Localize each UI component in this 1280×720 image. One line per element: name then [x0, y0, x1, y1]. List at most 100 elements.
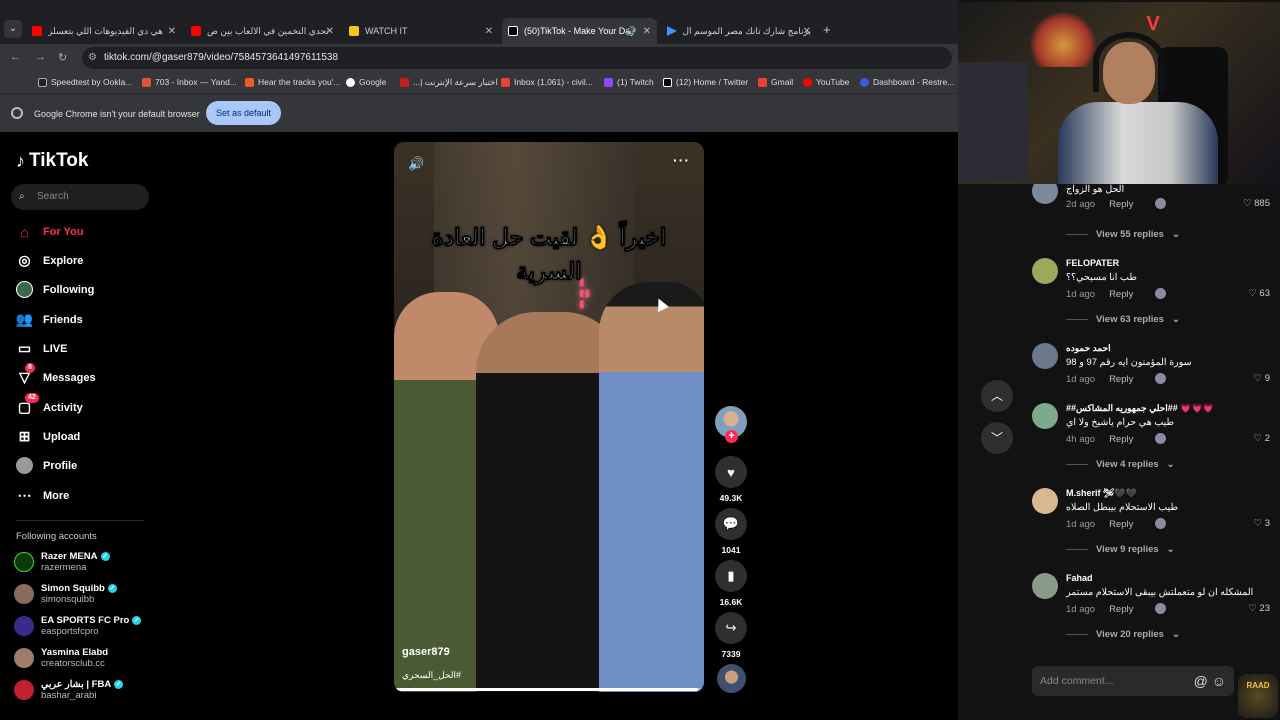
bookmark-6[interactable]: (1) Twitch — [604, 77, 654, 87]
save-action[interactable]: ▮ 16.6K — [714, 560, 748, 607]
bookmark-0[interactable]: Speedtest by Ookla... — [38, 77, 132, 87]
comment-date: 1d ago — [1066, 519, 1096, 530]
previous-video-button[interactable]: ︿ — [981, 380, 1013, 412]
avatar[interactable] — [1032, 258, 1058, 284]
bookmark-9[interactable]: YouTube — [803, 77, 849, 87]
bookmark-icon[interactable]: ▮ — [715, 560, 747, 592]
nav-friends[interactable]: 👥 Friends — [16, 311, 83, 328]
forward-icon[interactable]: → — [35, 51, 46, 63]
video-author[interactable]: gaser879 — [402, 646, 450, 658]
like-action[interactable]: ♥ 49.3K — [714, 456, 748, 503]
like-button[interactable]: ♡ 885 — [1243, 198, 1270, 209]
bookmark-3[interactable]: Google — [346, 77, 386, 87]
set-default-button[interactable]: Set as default — [206, 101, 281, 125]
like-count: 63 — [1259, 288, 1270, 299]
like-button[interactable]: ♡ 2 — [1254, 433, 1270, 444]
view-replies-button[interactable]: View 20 replies ⌄ — [1066, 629, 1180, 640]
back-icon[interactable]: ← — [10, 51, 21, 63]
search-input[interactable]: ⌕ Search — [11, 184, 149, 210]
account-item[interactable]: Simon Squibb ✓ simonsquibb — [14, 583, 117, 605]
comment-action[interactable]: 💬 1041 — [714, 508, 748, 555]
volume-icon[interactable]: 🔊 — [408, 156, 424, 172]
video-progress[interactable] — [394, 688, 704, 691]
avatar[interactable] — [1032, 184, 1058, 204]
nav-activity[interactable]: ▢ 42 Activity — [16, 393, 83, 416]
speaker-icon[interactable]: 🔊 — [626, 26, 637, 37]
reply-button[interactable]: Reply — [1109, 199, 1133, 210]
bookmark-7[interactable]: (12) Home / Twitter — [663, 77, 748, 87]
like-button[interactable]: ♡ 3 — [1254, 518, 1270, 529]
comment-author[interactable]: M.sherif 🛩🖤🖤 — [1066, 488, 1137, 499]
reply-button[interactable]: Reply — [1109, 289, 1133, 300]
like-button[interactable]: ♡ 9 — [1254, 373, 1270, 384]
next-video-button[interactable]: ﹀ — [981, 422, 1013, 454]
comment-author[interactable]: Fahad — [1066, 573, 1093, 583]
bookmark-1[interactable]: 703 - Inbox — Yand... — [142, 77, 237, 87]
like-button[interactable]: ♡ 23 — [1248, 603, 1270, 614]
close-icon[interactable]: ✕ — [326, 26, 334, 37]
site-info-icon[interactable]: ⚙ — [88, 47, 97, 69]
tab-3[interactable]: (50)TikTok - Make Your Day 🔊 ✕ — [502, 18, 657, 44]
comment-author[interactable]: ##احلي جمهوريه المشاكس## 💗💗💗 — [1066, 403, 1214, 414]
nav-messages[interactable]: ▽ 8 Messages — [16, 363, 96, 386]
tab-2[interactable]: WATCH IT ✕ — [343, 18, 499, 44]
reply-button[interactable]: Reply — [1109, 434, 1133, 445]
nav-profile[interactable]: Profile — [16, 457, 77, 474]
comment-input[interactable]: Add comment... @ ☺ — [1032, 666, 1234, 696]
bookmark-4[interactable]: اختبار سرعة الإنترنت |... — [400, 77, 498, 88]
avatar[interactable] — [1032, 488, 1058, 514]
more-options-icon[interactable]: ··· — [673, 152, 690, 168]
close-icon[interactable]: ✕ — [643, 26, 651, 37]
tiktok-logo[interactable]: ♪ TikTok — [16, 150, 88, 172]
view-replies-button[interactable]: View 55 replies ⌄ — [1066, 229, 1180, 240]
nav-upload[interactable]: ⊞ Upload — [16, 428, 81, 445]
like-button[interactable]: ♡ 63 — [1248, 288, 1270, 299]
bookmark-10[interactable]: Dashboard - Restre... — [860, 77, 954, 87]
follow-plus-icon[interactable]: + — [725, 430, 738, 443]
tab-4[interactable]: برنامج شارك تانك مصر الموسم ال ✕ — [661, 18, 817, 44]
close-icon[interactable]: ✕ — [168, 26, 176, 37]
emoji-icon[interactable]: ☺ — [1212, 673, 1226, 689]
account-item[interactable]: بشار عربي | FBA ✓ bashar_arabi — [14, 679, 124, 701]
nav-live[interactable]: ▭ LIVE — [16, 340, 68, 357]
music-disc-avatar[interactable] — [717, 664, 746, 693]
share-icon[interactable]: ↪ — [715, 612, 747, 644]
share-action[interactable]: ↪ 7339 — [714, 612, 748, 659]
avatar[interactable] — [1032, 573, 1058, 599]
person-right — [599, 282, 704, 692]
comment-text: الحل هو الزواج — [1066, 184, 1125, 195]
comment-author[interactable]: FELOPATER — [1066, 258, 1119, 268]
view-replies-button[interactable]: View 4 replies ⌄ — [1066, 459, 1175, 470]
comment-author[interactable]: احمد حموده — [1066, 343, 1111, 354]
bookmark-2[interactable]: Hear the tracks you'... — [245, 77, 340, 87]
url-field[interactable]: ⚙ tiktok.com/@gaser879/video/75845736414… — [82, 47, 952, 69]
view-replies-button[interactable]: View 9 replies ⌄ — [1066, 544, 1175, 555]
new-tab-button[interactable]: + — [823, 22, 831, 37]
avatar[interactable] — [1032, 343, 1058, 369]
nav-following[interactable]: Following — [16, 281, 94, 298]
tab-0[interactable]: هي دي الفيديوهات اللي بتعسلز ✕ — [26, 18, 182, 44]
view-replies-button[interactable]: View 63 replies ⌄ — [1066, 314, 1180, 325]
reply-button[interactable]: Reply — [1109, 374, 1133, 385]
account-item[interactable]: Yasmina Elabd creatorsclub.cc — [14, 647, 108, 669]
reload-icon[interactable]: ↻ — [58, 51, 67, 64]
nav-more[interactable]: ⋯ More — [16, 487, 70, 504]
bookmark-5[interactable]: Inbox (1,061) - civil... — [501, 77, 593, 87]
tab-1[interactable]: تحدي التخمين في الالعاب بين ص ✕ — [185, 18, 340, 44]
video-player[interactable]: ▮ ▮▮ ▮ اخيراً 👌 لقيت حل العادة السرية 🔊 ··… — [394, 142, 704, 692]
comment-icon[interactable]: 💬 — [715, 508, 747, 540]
video-hashtag[interactable]: #الحل_السحري — [402, 670, 461, 681]
reply-button[interactable]: Reply — [1109, 519, 1133, 530]
nav-explore[interactable]: ◎ Explore — [16, 252, 83, 269]
avatar[interactable] — [1032, 403, 1058, 429]
bookmark-8[interactable]: Gmail — [758, 77, 793, 87]
account-item[interactable]: EA SPORTS FC Pro ✓ easportsfcpro — [14, 615, 142, 637]
reply-button[interactable]: Reply — [1109, 604, 1133, 615]
heart-icon[interactable]: ♥ — [715, 456, 747, 488]
mention-icon[interactable]: @ — [1194, 673, 1208, 689]
nav-for-you[interactable]: ⌂ For You — [16, 223, 83, 240]
tab-search-button[interactable]: ⌄ — [4, 20, 22, 38]
close-icon[interactable]: ✕ — [803, 26, 811, 37]
account-item[interactable]: Razer MENA ✓ razermena — [14, 551, 110, 573]
close-icon[interactable]: ✕ — [485, 26, 493, 37]
